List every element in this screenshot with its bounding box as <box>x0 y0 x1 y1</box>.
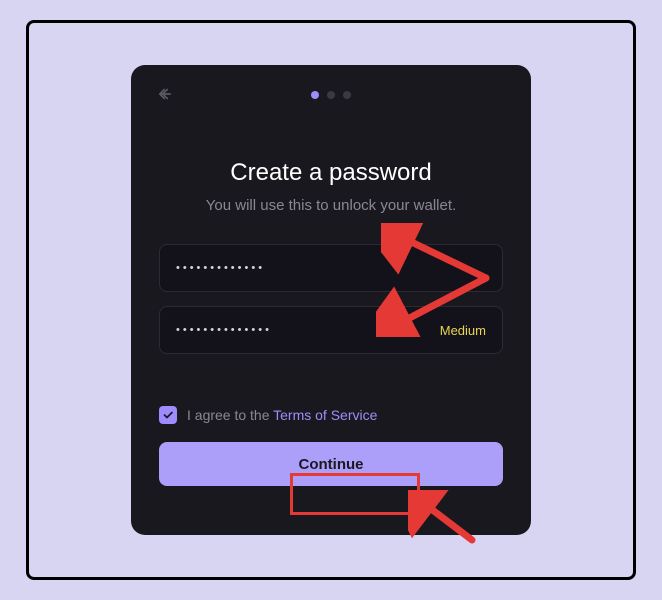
page-title: Create a password <box>159 159 503 187</box>
page-subtitle: You will use this to unlock your wallet. <box>159 197 503 214</box>
password-masked-value: ••••••••••••• <box>176 262 265 274</box>
terms-prefix: I agree to the <box>187 407 273 423</box>
terms-link[interactable]: Terms of Service <box>273 407 377 423</box>
progress-dots <box>311 91 351 99</box>
password-strength-label: Medium <box>440 323 486 338</box>
terms-row: I agree to the Terms of Service <box>159 406 503 424</box>
create-password-modal: Create a password You will use this to u… <box>131 65 531 535</box>
confirm-password-input[interactable]: •••••••••••••• Medium <box>159 306 503 354</box>
progress-dot-3 <box>343 91 351 99</box>
password-input[interactable]: ••••••••••••• <box>159 244 503 292</box>
terms-checkbox[interactable] <box>159 406 177 424</box>
modal-header <box>159 83 503 107</box>
terms-text: I agree to the Terms of Service <box>187 407 377 423</box>
back-arrow-icon[interactable] <box>155 85 175 108</box>
check-icon <box>162 409 174 421</box>
tutorial-frame: Create a password You will use this to u… <box>26 20 636 580</box>
progress-dot-2 <box>327 91 335 99</box>
confirm-password-masked-value: •••••••••••••• <box>176 324 272 336</box>
continue-button-label: Continue <box>299 456 364 473</box>
continue-button[interactable]: Continue <box>159 442 503 486</box>
progress-dot-1 <box>311 91 319 99</box>
